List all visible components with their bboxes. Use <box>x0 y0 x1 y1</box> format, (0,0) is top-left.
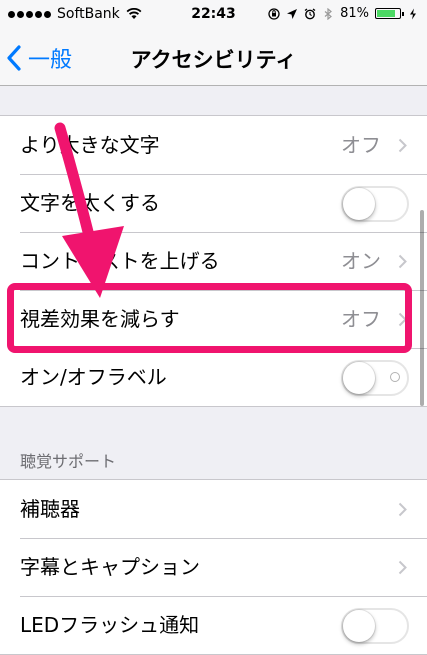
bold-text-switch[interactable] <box>341 186 409 222</box>
charging-icon <box>410 8 416 19</box>
switch-knob <box>343 362 375 394</box>
battery-fill <box>377 10 395 17</box>
chevron-right-icon <box>398 254 407 269</box>
row-subtitles-captioning[interactable]: 字幕とキャプション <box>0 538 427 596</box>
hearing-settings-group: 補聴器 字幕とキャプション LEDフラッシュ通知 <box>0 479 427 655</box>
switch-knob <box>343 610 375 642</box>
chevron-right-icon <box>398 560 407 575</box>
status-bar: SoftBank 22:43 81% <box>0 0 427 30</box>
page-title: アクセシビリティ <box>130 48 297 72</box>
off-label-ring-icon <box>390 372 400 382</box>
chevron-right-icon <box>398 138 407 153</box>
row-label: 字幕とキャプション <box>20 555 200 579</box>
row-value: オン <box>341 249 381 273</box>
row-value: オフ <box>341 307 381 331</box>
row-label: LEDフラッシュ通知 <box>20 613 200 637</box>
row-hearing-aids[interactable]: 補聴器 <box>0 480 427 538</box>
row-reduce-motion[interactable]: 視差効果を減らす オフ <box>0 290 427 348</box>
battery-percentage: 81% <box>340 6 369 21</box>
row-label: コントラストを上げる <box>20 249 220 273</box>
row-led-flash-alerts[interactable]: LEDフラッシュ通知 <box>0 596 427 654</box>
battery-icon <box>375 8 404 19</box>
row-label: オン/オフラベル <box>20 365 167 389</box>
row-bold-text[interactable]: 文字を太くする <box>0 174 427 232</box>
row-larger-text[interactable]: より大きな文字 オフ <box>0 116 427 174</box>
location-icon <box>287 8 298 19</box>
switch-knob <box>343 188 375 220</box>
row-label: 文字を太くする <box>20 191 160 215</box>
rotation-lock-icon <box>268 7 280 20</box>
scroll-indicator[interactable] <box>420 210 424 406</box>
row-increase-contrast[interactable]: コントラストを上げる オン <box>0 232 427 290</box>
on-off-labels-switch[interactable] <box>341 360 409 396</box>
alarm-icon <box>304 7 316 19</box>
chevron-right-icon <box>398 502 407 517</box>
section-header-hearing: 聴覚サポート <box>20 452 117 471</box>
bluetooth-icon <box>324 7 333 20</box>
row-on-off-labels[interactable]: オン/オフラベル <box>0 348 427 406</box>
row-label: 補聴器 <box>20 497 80 521</box>
chevron-right-icon <box>398 312 407 327</box>
row-label: 視差効果を減らす <box>20 307 180 331</box>
status-right: 81% <box>268 6 419 21</box>
vision-settings-group: より大きな文字 オフ 文字を太くする コントラストを上げる オン 視差効果を減ら… <box>0 115 427 407</box>
led-flash-switch[interactable] <box>341 608 409 644</box>
navigation-bar: 一般 アクセシビリティ <box>0 30 427 86</box>
row-label: より大きな文字 <box>20 133 160 157</box>
row-value: オフ <box>341 133 381 157</box>
